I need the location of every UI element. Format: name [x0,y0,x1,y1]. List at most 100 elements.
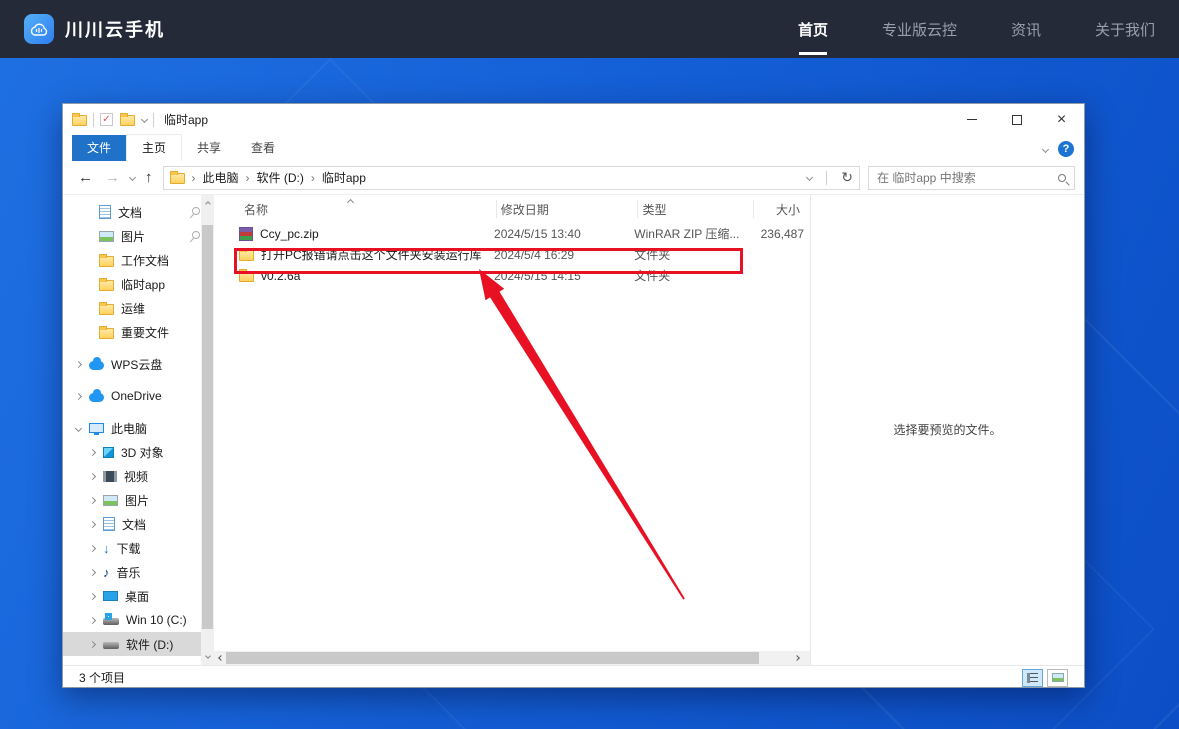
scroll-down-icon[interactable] [201,649,214,663]
file-row-version-folder[interactable]: v0.2.6a 2024/5/15 14:15 文件夹 [214,265,810,286]
sidebar-item-drive-d[interactable]: 软件 (D:) [63,632,214,656]
expand-icon[interactable] [88,568,95,575]
file-row-zip[interactable]: Ccy_pc.zip 2024/5/15 13:40 WinRAR ZIP 压缩… [214,223,810,244]
collapse-icon[interactable] [74,424,81,431]
folder-icon[interactable] [120,115,135,126]
search-box[interactable] [868,166,1075,190]
folder-icon [72,115,87,126]
scrollbar-thumb[interactable] [202,225,213,629]
pin-icon [190,231,200,241]
folder-icon [99,328,114,339]
sidebar-item-label: 3D 对象 [121,444,164,461]
nav-item-label: 资讯 [1011,19,1041,40]
scroll-right-icon[interactable] [790,656,804,660]
close-button[interactable]: × [1039,104,1084,135]
sidebar-item-label: 此电脑 [111,420,147,437]
refresh-button[interactable]: ↻ [841,169,853,186]
address-box[interactable]: › 此电脑 › 软件 (D:) › 临时app ↻ [163,166,861,190]
nav-item-about-us[interactable]: 关于我们 [1095,0,1155,58]
quick-access-dropdown-icon[interactable] [141,116,148,123]
expand-icon[interactable] [88,520,95,527]
picture-icon [99,231,114,242]
separator [826,171,827,185]
brand-logo[interactable] [24,14,54,44]
breadcrumb-current-folder[interactable]: 临时app [322,169,366,186]
sidebar-item-3d-objects[interactable]: 3D 对象 [63,440,214,464]
preview-pane: 选择要预览的文件。 [810,195,1084,665]
breadcrumb-this-pc[interactable]: 此电脑 [203,169,239,186]
document-icon [103,517,115,531]
horizontal-scrollbar[interactable] [214,651,810,665]
sidebar-item-label: 临时app [121,276,165,293]
sidebar-item-label: 视频 [124,468,148,485]
recent-locations-icon[interactable] [129,174,136,181]
computer-icon [89,423,104,433]
sidebar-item-drive-c[interactable]: Win 10 (C:) [63,608,214,632]
expand-icon[interactable] [88,472,95,479]
sidebar-item-videos[interactable]: 视频 [63,464,214,488]
column-header-type[interactable]: 类型 [638,200,754,218]
thumbnail-view-button[interactable] [1047,669,1068,687]
column-header-date[interactable]: 修改日期 [497,200,639,218]
sidebar-item-wps-cloud[interactable]: WPS云盘 [63,352,214,376]
explorer-window: ✓ 临时app × 文件 主页 共享 查看 ? ← → ↑ › 此电脑 › 软 [62,103,1085,688]
sidebar-item-this-pc[interactable]: 此电脑 [63,416,214,440]
file-size: 236,487 [749,227,810,241]
sidebar-item-documents-qa[interactable]: 文档 [63,200,214,224]
help-button[interactable]: ? [1058,141,1074,157]
collapse-ribbon-icon[interactable] [1042,145,1049,152]
search-input[interactable] [877,171,1058,185]
sidebar-item-downloads[interactable]: ↓ 下载 [63,536,214,560]
minimize-button[interactable] [949,104,994,135]
expand-icon[interactable] [74,360,81,367]
quick-access-check-icon[interactable]: ✓ [100,113,113,126]
thumbnail-view-icon [1052,673,1064,682]
site-menu: 首页 专业版云控 资讯 关于我们 [744,0,1155,58]
file-row-runtime-folder[interactable]: 打开PC报错请点击这个文件夹安装运行库 2024/5/4 16:29 文件夹 [214,244,810,265]
address-right-controls: ↻ [807,169,853,186]
separator [93,113,94,127]
tab-view[interactable]: 查看 [236,135,290,161]
sidebar-item-pictures[interactable]: 图片 [63,488,214,512]
expand-icon[interactable] [88,448,95,455]
expand-icon[interactable] [88,616,95,623]
column-header-size[interactable]: 大小 [754,200,810,218]
expand-icon[interactable] [88,496,95,503]
back-button[interactable]: ← [72,169,99,186]
sidebar-item-work-docs[interactable]: 工作文档 [63,248,214,272]
nav-item-news[interactable]: 资讯 [1011,0,1041,58]
address-dropdown-icon[interactable] [806,174,813,181]
sidebar-item-important-files[interactable]: 重要文件 [63,320,214,344]
tab-share[interactable]: 共享 [182,135,236,161]
expand-icon[interactable] [74,392,81,399]
scrollbar-thumb[interactable] [226,652,759,664]
column-header-name[interactable]: 名称 [228,200,497,218]
sidebar-item-ops[interactable]: 运维 [63,296,214,320]
scroll-up-icon[interactable] [201,197,214,211]
folder-icon [99,256,114,267]
sidebar-item-desktop[interactable]: 桌面 [63,584,214,608]
up-button[interactable]: ↑ [139,169,159,186]
nav-item-pro-cloud-control[interactable]: 专业版云控 [882,0,957,58]
details-view-button[interactable] [1022,669,1043,687]
sidebar-item-music[interactable]: ♪ 音乐 [63,560,214,584]
sidebar-item-onedrive[interactable]: OneDrive [63,384,214,408]
tab-home[interactable]: 主页 [126,134,182,161]
forward-button[interactable]: → [99,169,126,186]
window-titlebar[interactable]: ✓ 临时app × [63,104,1084,135]
nav-item-home[interactable]: 首页 [798,0,828,58]
expand-icon[interactable] [88,592,95,599]
breadcrumb-drive-d[interactable]: 软件 (D:) [257,169,304,186]
sidebar-scrollbar[interactable] [201,195,214,665]
sidebar-item-documents[interactable]: 文档 [63,512,214,536]
sidebar-item-temp-app[interactable]: 临时app [63,272,214,296]
expand-icon[interactable] [88,544,95,551]
window-title: 临时app [164,111,208,128]
tab-file[interactable]: 文件 [72,135,126,161]
sidebar-item-pictures-qa[interactable]: 图片 [63,224,214,248]
maximize-button[interactable] [994,104,1039,135]
items-count: 3 个项目 [79,669,125,686]
file-name: 打开PC报错请点击这个文件夹安装运行库 [261,246,482,263]
file-name: v0.2.6a [261,269,300,283]
expand-icon[interactable] [88,640,95,647]
